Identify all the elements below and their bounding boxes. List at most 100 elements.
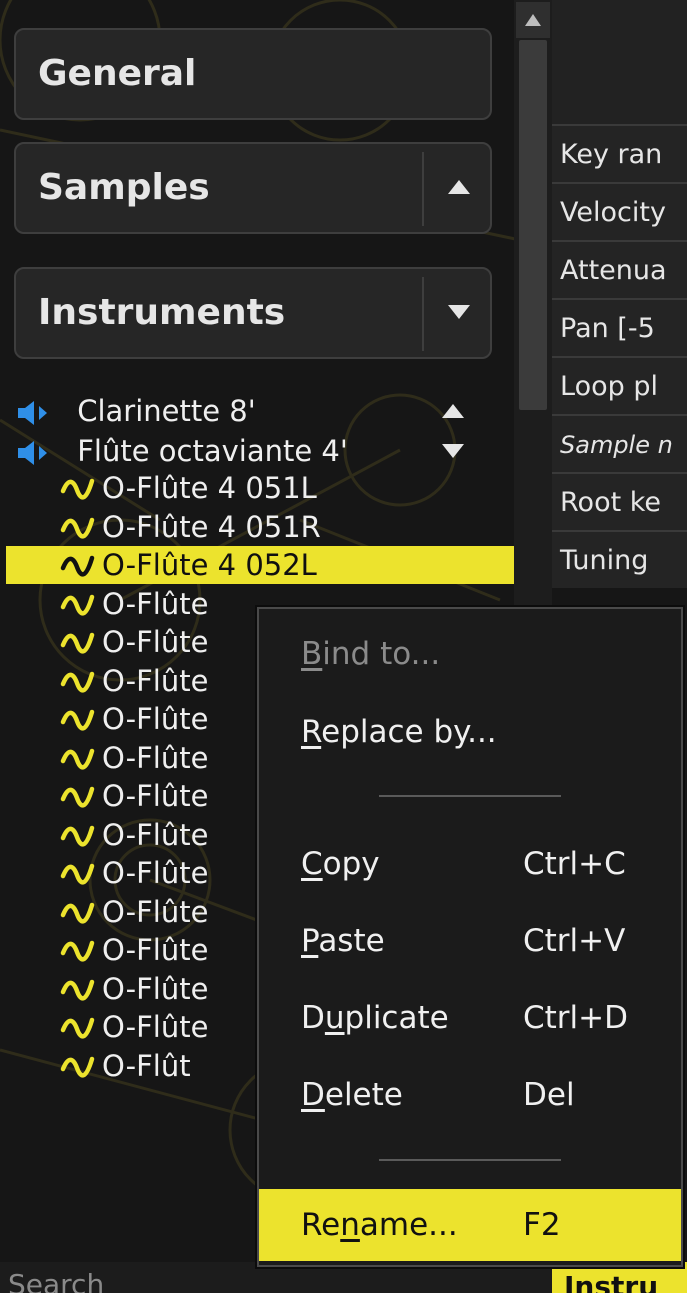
context-menu: Bind to... Replace by... Copy Ctrl+C Pas… <box>257 607 683 1267</box>
instruments-label: Instruments <box>38 292 286 333</box>
table-row-tuning[interactable]: Tuning <box>552 530 687 588</box>
tree-item-label: O-Flûte <box>102 741 209 775</box>
waveform-icon <box>60 863 95 885</box>
triangle-down-icon[interactable] <box>440 438 466 464</box>
search-placeholder: Search <box>8 1268 105 1293</box>
tree-item-sample[interactable]: O-Flûte <box>60 816 260 854</box>
menu-separator <box>379 795 561 797</box>
tree-item-label: O-Flûte 4 051L <box>102 471 317 505</box>
scroll-up-button[interactable] <box>516 2 550 38</box>
samples-section-button[interactable]: Samples <box>14 142 492 234</box>
tree-item-label: O-Flûte 4 052L <box>102 548 317 582</box>
triangle-up-icon[interactable] <box>446 174 472 200</box>
tree-item-label: O-Flût <box>102 1049 191 1083</box>
waveform-icon <box>60 594 95 616</box>
tree-item-sample[interactable]: O-Flûte <box>60 893 260 931</box>
menu-item-bind-to: Bind to... <box>259 623 681 685</box>
samples-label: Samples <box>38 167 210 208</box>
tree-item-sample[interactable]: O-Flûte 4 051R <box>60 508 321 546</box>
menu-item-label: Duplicate <box>301 1000 449 1036</box>
waveform-icon <box>60 825 95 847</box>
samples-divider <box>422 152 424 226</box>
tree-item-sample[interactable]: O-Flûte <box>60 1008 260 1046</box>
tree-item-sample[interactable]: O-Flûte <box>60 585 260 623</box>
tree-item-label: O-Flûte <box>102 856 209 890</box>
menu-item-label: Bind to... <box>301 636 441 672</box>
tree-item-label: O-Flûte <box>102 664 209 698</box>
row-label: Key ran <box>560 139 663 170</box>
tree-item-sample[interactable]: O-Flûte <box>60 777 260 815</box>
table-row-velocity[interactable]: Velocity <box>552 182 687 240</box>
tree-item-label: O-Flûte <box>102 625 209 659</box>
row-label: Pan [-5 <box>560 313 655 344</box>
tree-item-sample[interactable]: O-Flûte <box>60 854 260 892</box>
tree-item-sample[interactable]: O-Flûte <box>60 623 260 661</box>
triangle-up-icon[interactable] <box>440 398 466 424</box>
menu-item-rename[interactable]: Rename... F2 <box>259 1189 681 1261</box>
waveform-icon <box>60 786 95 808</box>
waveform-icon <box>60 671 95 693</box>
table-row-attenuation[interactable]: Attenua <box>552 240 687 298</box>
table-row-pan[interactable]: Pan [-5 <box>552 298 687 356</box>
triangle-down-icon[interactable] <box>446 299 472 325</box>
menu-item-copy[interactable]: Copy Ctrl+C <box>259 833 681 895</box>
tree-item-label: Clarinette 8' <box>77 394 256 428</box>
speaker-icon <box>18 401 47 425</box>
waveform-icon <box>60 940 95 962</box>
tree-item-sample[interactable]: O-Flûte <box>60 700 260 738</box>
waveform-icon <box>60 1017 95 1039</box>
waveform-icon <box>60 902 95 924</box>
row-label: Sample n <box>560 431 673 459</box>
menu-item-label: Replace by... <box>301 714 497 750</box>
instruments-section-button[interactable]: Instruments <box>14 267 492 359</box>
speaker-icon <box>18 441 47 465</box>
row-label: Attenua <box>560 255 667 286</box>
menu-item-replace-by[interactable]: Replace by... <box>259 701 681 763</box>
scrollbar-thumb[interactable] <box>519 40 547 410</box>
tree-item-label: O-Flûte <box>102 1010 209 1044</box>
table-row-sample[interactable]: Sample n <box>552 414 687 472</box>
waveform-icon <box>60 478 95 500</box>
tree-item-sample[interactable]: O-Flûte <box>60 662 260 700</box>
tree-item-label: O-Flûte <box>102 587 209 621</box>
menu-item-label: Copy <box>301 846 380 882</box>
row-label: Root ke <box>560 487 662 518</box>
general-section-button[interactable]: General <box>14 28 492 120</box>
waveform-icon <box>60 748 95 770</box>
tab-label: Instru <box>564 1270 659 1293</box>
row-label: Velocity <box>560 197 666 228</box>
tree-item-sample[interactable]: O-Flûte 4 052L <box>6 546 514 584</box>
tree-item-instrument[interactable]: Flûte octaviante 4' <box>16 432 486 470</box>
tree-item-instrument[interactable]: Clarinette 8' <box>16 392 486 430</box>
tree-item-sample[interactable]: O-Flût <box>60 1047 260 1085</box>
menu-item-duplicate[interactable]: Duplicate Ctrl+D <box>259 987 681 1049</box>
tree-item-sample[interactable]: O-Flûte <box>60 739 260 777</box>
row-label: Loop pl <box>560 371 658 402</box>
table-row-loop[interactable]: Loop pl <box>552 356 687 414</box>
tree-item-label: O-Flûte <box>102 972 209 1006</box>
menu-shortcut: Ctrl+C <box>523 846 626 882</box>
waveform-icon <box>60 517 95 539</box>
table-row-root-key[interactable]: Root ke <box>552 472 687 530</box>
menu-item-label: Rename... <box>301 1207 458 1243</box>
waveform-icon <box>60 709 95 731</box>
table-header-area <box>552 0 687 124</box>
menu-item-paste[interactable]: Paste Ctrl+V <box>259 910 681 972</box>
menu-item-delete[interactable]: Delete Del <box>259 1064 681 1126</box>
tree-item-label: O-Flûte <box>102 779 209 813</box>
instruments-divider <box>422 277 424 351</box>
waveform-icon <box>60 979 95 1001</box>
menu-item-label: Delete <box>301 1077 403 1113</box>
tree-item-sample[interactable]: O-Flûte 4 051L <box>60 469 317 507</box>
waveform-icon <box>60 632 95 654</box>
tree-item-label: O-Flûte <box>102 895 209 929</box>
row-label: Tuning <box>560 545 649 576</box>
tree-item-sample[interactable]: O-Flûte <box>60 931 260 969</box>
triangle-up-icon <box>525 14 541 26</box>
tree-item-sample[interactable]: O-Flûte <box>60 970 260 1008</box>
table-row-key-range[interactable]: Key ran <box>552 124 687 182</box>
menu-shortcut: Del <box>523 1077 575 1113</box>
tree-item-label: O-Flûte <box>102 818 209 852</box>
menu-item-label: Paste <box>301 923 385 959</box>
waveform-icon <box>60 555 95 577</box>
